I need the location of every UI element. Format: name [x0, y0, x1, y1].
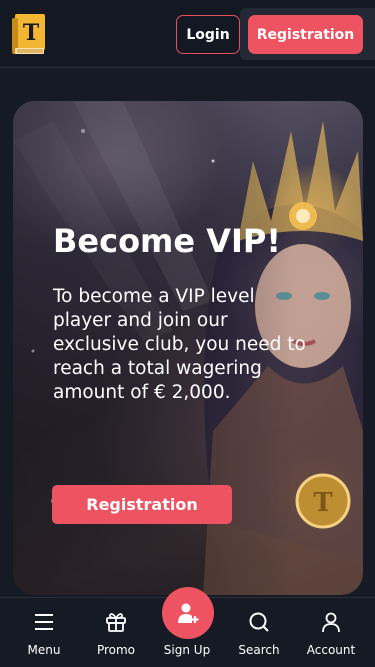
hero-description: To become a VIP level player and join ou…: [53, 286, 306, 403]
nav-label-promo: Promo: [96, 643, 136, 657]
login-button[interactable]: Login: [176, 15, 240, 54]
nav-label-signup: Sign Up: [163, 643, 211, 657]
top-header: T Login Registration: [0, 0, 375, 68]
hamburger-menu-icon: [35, 614, 53, 630]
nav-item-promo[interactable]: Promo: [80, 598, 152, 667]
nav-item-menu[interactable]: Menu: [8, 598, 80, 667]
user-icon: [322, 612, 340, 633]
nav-label-account: Account: [306, 643, 356, 657]
header-registration-button[interactable]: Registration: [248, 15, 363, 54]
nav-label-menu: Menu: [27, 643, 61, 657]
nav-item-account[interactable]: Account: [295, 598, 367, 667]
search-icon: [249, 612, 269, 632]
hero-registration-button[interactable]: Registration: [52, 485, 232, 524]
brand-logo[interactable]: T: [12, 12, 46, 56]
hero-title: Become VIP!: [53, 222, 281, 260]
vip-promo-card: T Become VIP! To become a VIP level play…: [13, 101, 363, 595]
nav-item-search[interactable]: Search: [223, 598, 295, 667]
book-logo-icon: T: [12, 14, 45, 54]
logo-letter: T: [23, 20, 40, 46]
signup-fab[interactable]: [162, 587, 214, 639]
gift-icon: [106, 613, 126, 632]
nav-label-search: Search: [238, 643, 280, 657]
add-user-icon: [178, 603, 199, 623]
